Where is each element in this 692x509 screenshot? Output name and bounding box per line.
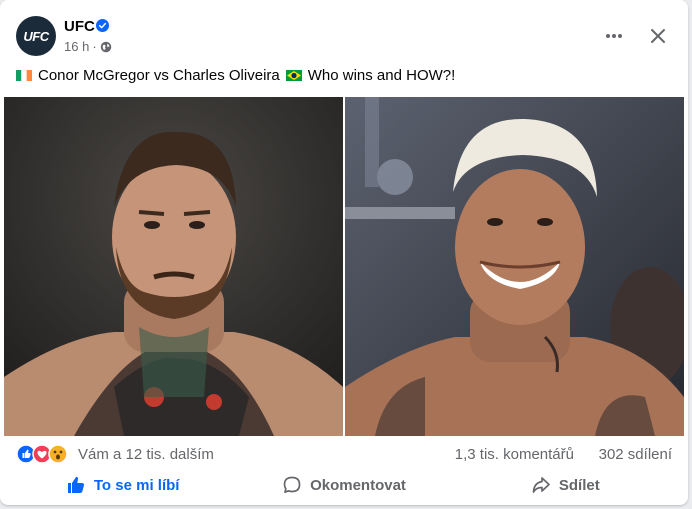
- share-label: Sdílet: [558, 476, 600, 494]
- post-photos[interactable]: [4, 97, 684, 436]
- photo-left[interactable]: [4, 97, 343, 436]
- comment-label: Okomentovat: [310, 476, 406, 494]
- verified-icon: [96, 19, 109, 32]
- globe-icon: [100, 41, 111, 52]
- post-actions: To se mi líbí Okomentovat Sdílet: [12, 468, 676, 502]
- comment-icon: [283, 476, 301, 494]
- share-icon: [532, 477, 550, 493]
- like-icon: [67, 476, 84, 493]
- meta-separator: ·: [92, 39, 97, 54]
- reactions-text[interactable]: Vám a 12 tis. dalším: [78, 446, 214, 463]
- caption-text: Conor McGregor vs Charles Oliveira: [38, 67, 280, 84]
- more-options-button[interactable]: [602, 24, 626, 48]
- brazil-flag-icon: [285, 70, 302, 81]
- caption-question: Who wins and HOW?!: [307, 67, 456, 84]
- share-button[interactable]: Sdílet: [455, 468, 676, 502]
- post-stats: Vám a 12 tis. dalším 1,3 tis. komentářů …: [16, 442, 672, 466]
- comment-button[interactable]: Okomentovat: [233, 468, 454, 502]
- like-button[interactable]: To se mi líbí: [12, 468, 233, 502]
- photo-right[interactable]: [345, 97, 684, 436]
- shares-count[interactable]: 302 sdílení: [599, 446, 672, 463]
- post-time[interactable]: 16 h: [64, 39, 89, 54]
- more-icon: [606, 34, 622, 38]
- like-label: To se mi líbí: [93, 476, 180, 494]
- close-icon: [651, 29, 665, 43]
- photo-mcgregor: [4, 97, 343, 436]
- comments-count[interactable]: 1,3 tis. komentářů: [455, 446, 574, 463]
- page-name[interactable]: UFC: [64, 18, 95, 35]
- reactions-summary[interactable]: [16, 444, 74, 464]
- post-caption: Conor McGregor vs Charles Oliveira Who w…: [16, 67, 672, 84]
- photo-oliveira: [345, 97, 684, 436]
- close-button[interactable]: [644, 22, 672, 50]
- post-card: UFC UFC 16 h · Conor McGregor vs Charles…: [0, 0, 688, 505]
- post-header: UFC UFC 16 h ·: [16, 14, 672, 58]
- ireland-flag-icon: [16, 70, 32, 81]
- post-meta: 16 h ·: [64, 39, 112, 54]
- avatar[interactable]: UFC: [16, 16, 56, 56]
